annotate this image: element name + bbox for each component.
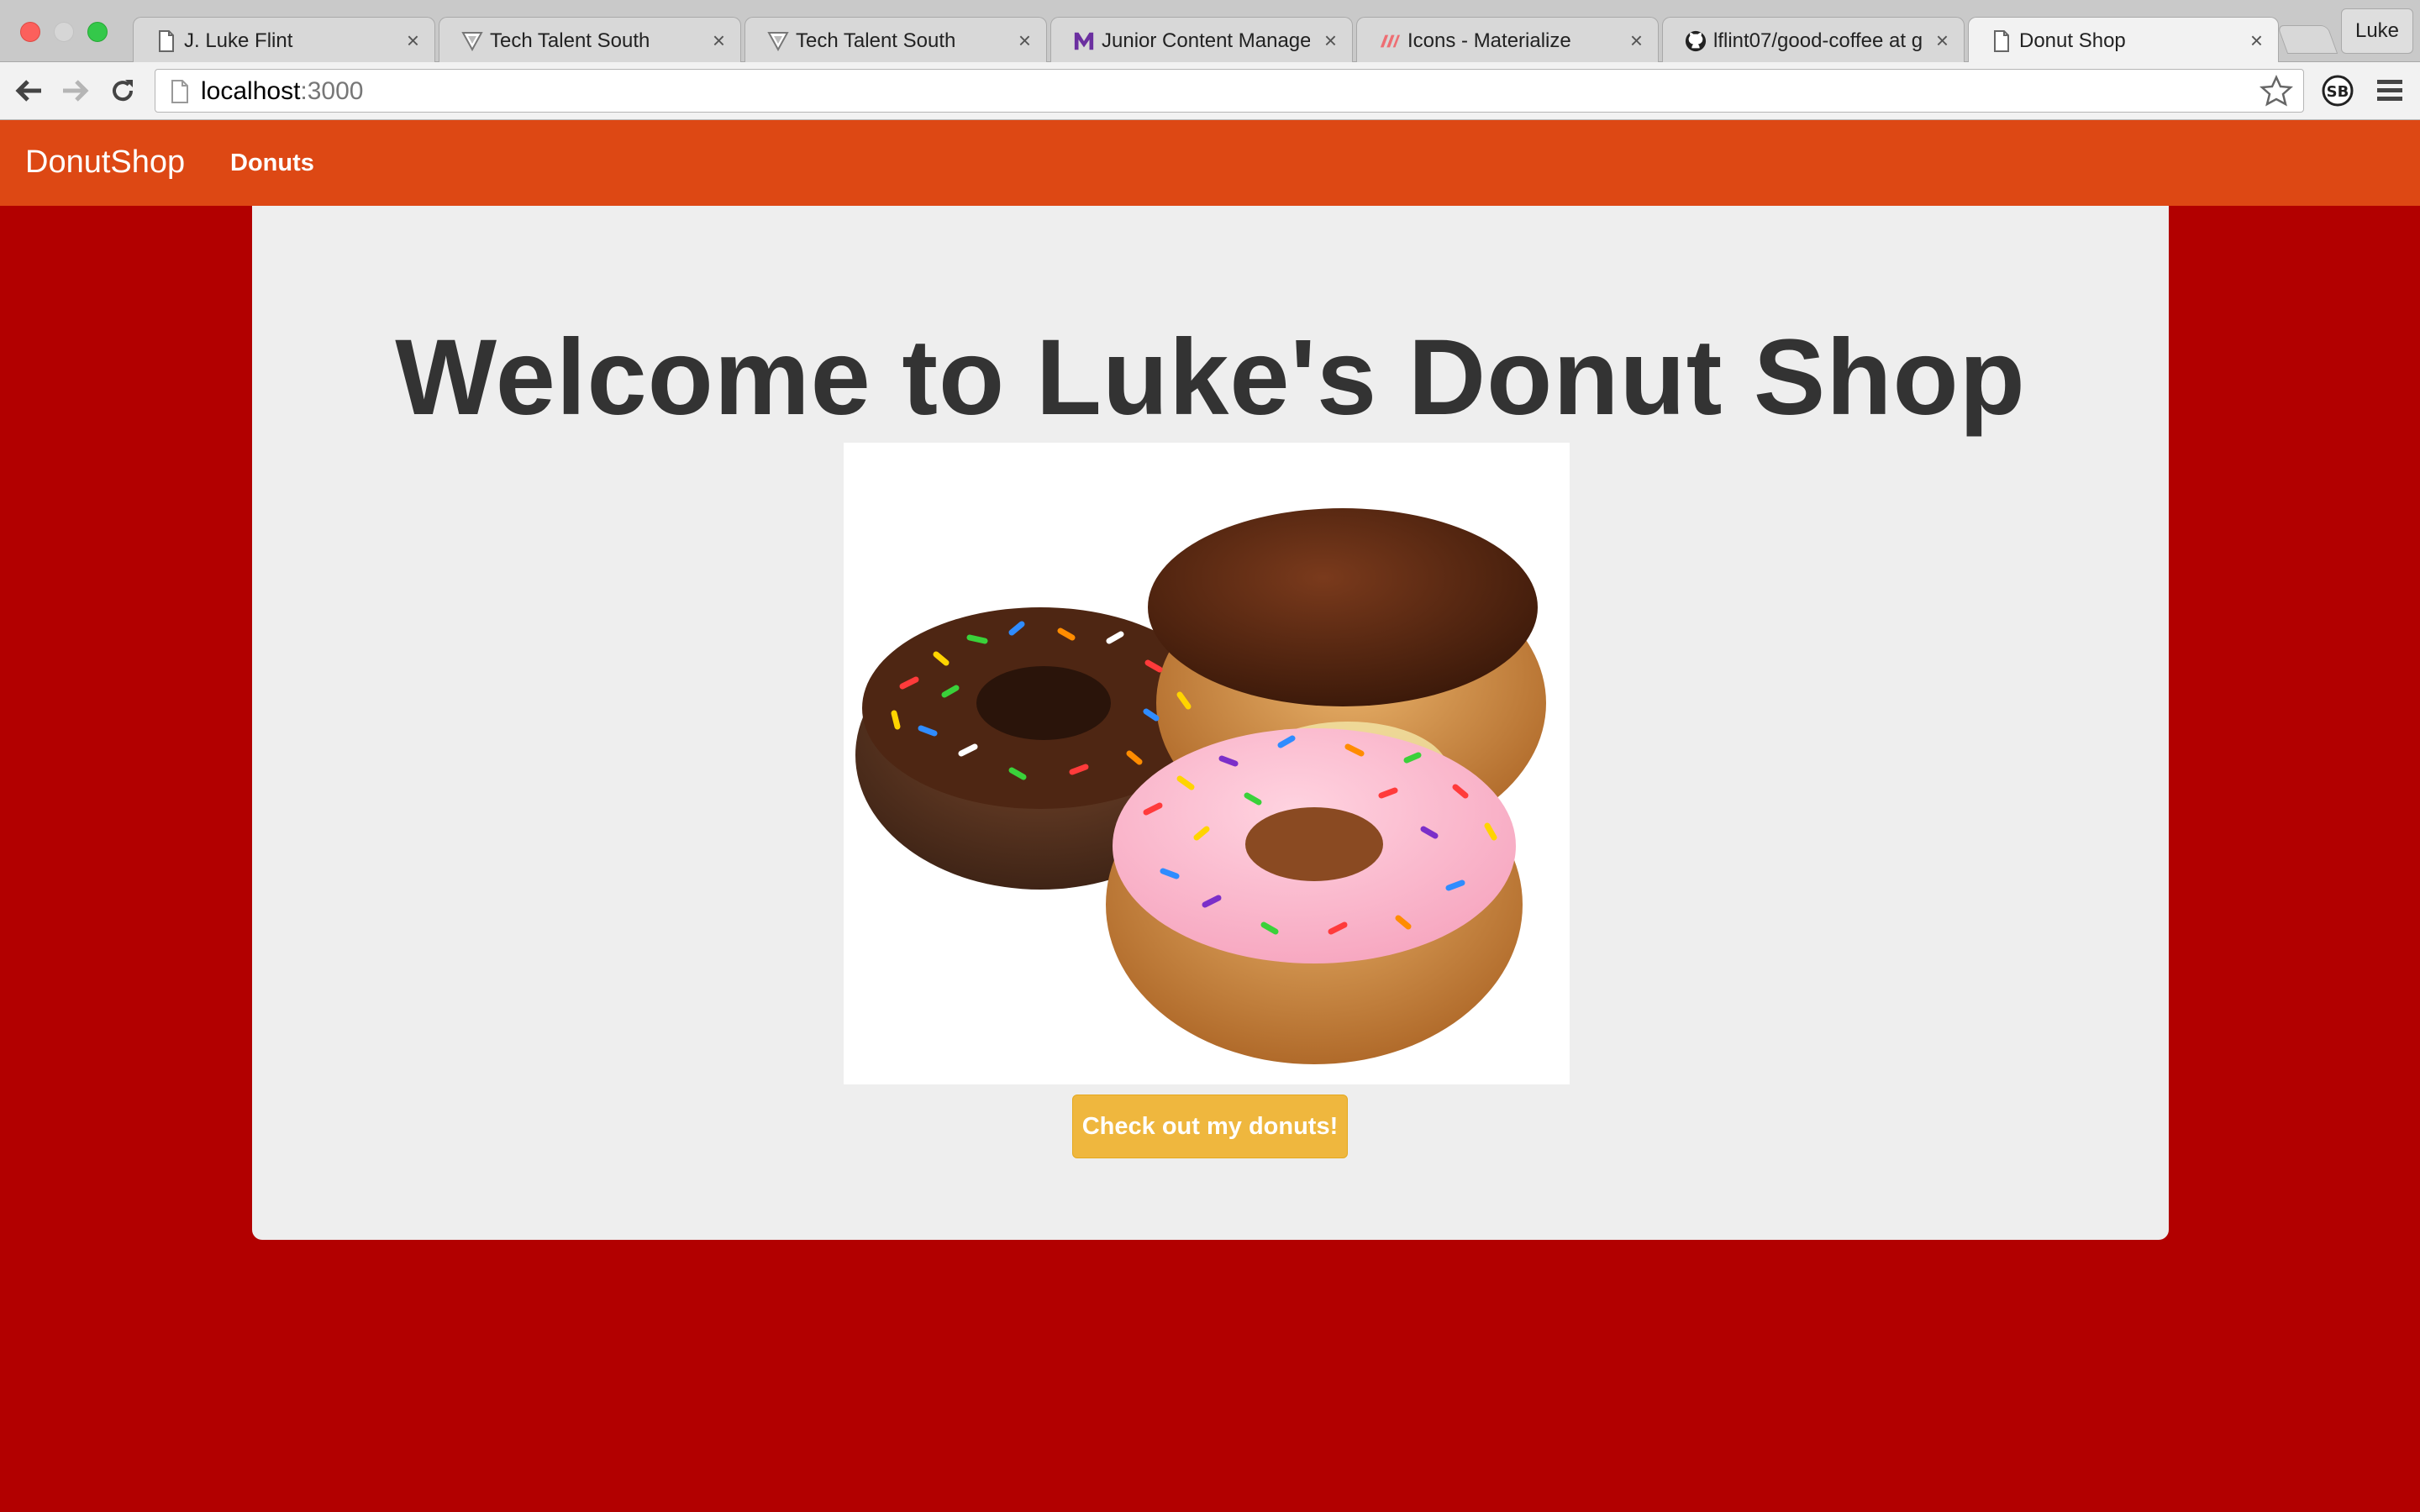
- close-icon[interactable]: ×: [1018, 28, 1031, 53]
- close-icon[interactable]: ×: [1324, 28, 1337, 53]
- menu-icon[interactable]: [2375, 76, 2405, 106]
- tab-tech-talent-south[interactable]: Tech Talent South ×: [439, 17, 741, 62]
- profile-button[interactable]: Luke: [2341, 8, 2413, 54]
- materialize-logo-icon: [1379, 29, 1401, 53]
- address-bar[interactable]: localhost:3000: [155, 69, 2304, 113]
- tab-donut-shop[interactable]: Donut Shop ×: [1968, 17, 2279, 64]
- forward-button[interactable]: [59, 74, 92, 108]
- tts-logo-icon: [767, 29, 789, 53]
- tab-title: Junior Content Manager: [1102, 29, 1310, 52]
- tab-title: Icons - Materialize: [1407, 29, 1571, 52]
- tab-strip: J. Luke Flint × Tech Talent South × Tech…: [0, 0, 2420, 64]
- tab-junior-content-manager[interactable]: Junior Content Manager ×: [1050, 17, 1353, 62]
- tts-logo-icon: [461, 29, 483, 53]
- page-icon: [1991, 29, 2012, 53]
- tab-j-luke-flint[interactable]: J. Luke Flint ×: [133, 17, 435, 62]
- close-icon[interactable]: ×: [2250, 28, 2263, 53]
- close-icon[interactable]: ×: [407, 28, 419, 53]
- url-host: localhost: [201, 77, 301, 105]
- close-icon[interactable]: ×: [1630, 28, 1643, 53]
- extension-label: SB: [2327, 83, 2349, 101]
- tab-title: lflint07/good-coffee at g: [1713, 29, 1922, 52]
- nav-link-donuts[interactable]: Donuts: [230, 149, 314, 177]
- browser-toolbar: localhost:3000 SB: [0, 62, 2420, 120]
- extension-sb-icon[interactable]: SB: [2321, 74, 2354, 108]
- back-arrow-icon: [15, 80, 41, 102]
- close-window-button[interactable]: [20, 22, 40, 42]
- minimize-window-button[interactable]: [54, 22, 74, 42]
- tab-title: Tech Talent South: [796, 29, 956, 52]
- bookmark-star-icon[interactable]: [2260, 75, 2293, 108]
- browser-chrome: J. Luke Flint × Tech Talent South × Tech…: [0, 0, 2420, 120]
- reload-icon: [113, 80, 134, 102]
- url-port: :3000: [300, 77, 364, 105]
- reload-button[interactable]: [106, 74, 139, 108]
- back-button[interactable]: [12, 74, 45, 108]
- github-icon: [1685, 29, 1707, 53]
- page-icon: [171, 80, 188, 103]
- tab-icons-materialize[interactable]: Icons - Materialize ×: [1356, 17, 1659, 62]
- tab-title: J. Luke Flint: [184, 29, 293, 52]
- jumbotron: Welcome to Luke's Donut Shop Check out m…: [252, 206, 2169, 1240]
- tab-title: Tech Talent South: [490, 29, 650, 52]
- tab-tech-talent-south-2[interactable]: Tech Talent South ×: [744, 17, 1047, 62]
- url-text: localhost:3000: [201, 77, 363, 106]
- check-out-donuts-button[interactable]: Check out my donuts!: [1072, 1095, 1348, 1158]
- page-title: Welcome to Luke's Donut Shop: [395, 318, 2026, 438]
- new-tab-button[interactable]: [2276, 25, 2338, 54]
- navbar-brand[interactable]: DonutShop: [25, 144, 185, 181]
- page-icon: [155, 29, 177, 53]
- forward-arrow-icon: [63, 80, 89, 102]
- zoom-window-button[interactable]: [87, 22, 108, 42]
- tab-good-coffee-github[interactable]: lflint07/good-coffee at g ×: [1662, 17, 1965, 62]
- site-navbar: DonutShop Donuts: [0, 120, 2420, 206]
- m-logo-icon: [1073, 29, 1095, 53]
- donuts-image: [844, 443, 1570, 1084]
- close-icon[interactable]: ×: [1936, 28, 1949, 53]
- close-icon[interactable]: ×: [713, 28, 725, 53]
- tab-title: Donut Shop: [2019, 29, 2126, 52]
